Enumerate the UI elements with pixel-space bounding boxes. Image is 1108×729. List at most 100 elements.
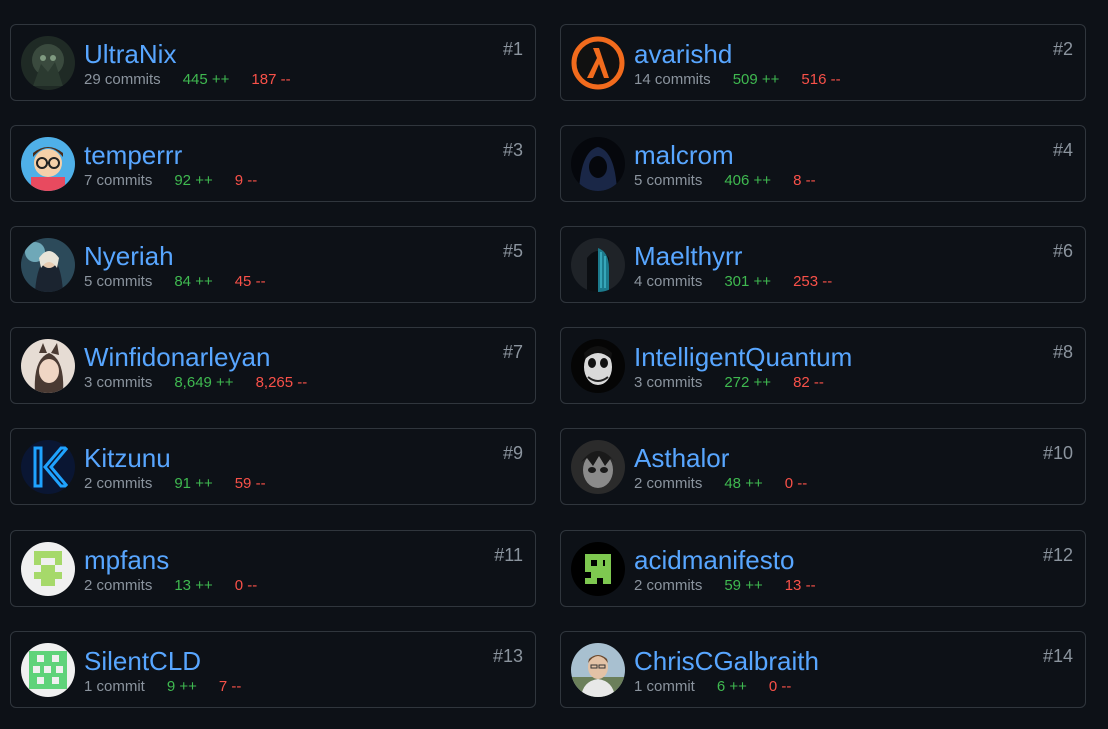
contributor-card: UltraNix 29 commits 445 ++ 187 -- #1 bbox=[10, 24, 536, 101]
dark-creature-avatar[interactable] bbox=[21, 36, 75, 90]
additions-count: 445 ++ bbox=[182, 71, 230, 88]
additions-count: 301 ++ bbox=[724, 273, 772, 290]
contributor-card: IntelligentQuantum 3 commits 272 ++ 82 -- … bbox=[560, 327, 1086, 404]
commit-count[interactable]: 2 commits bbox=[84, 475, 152, 492]
cartoon-glasses-avatar[interactable] bbox=[21, 137, 75, 191]
contributor-card: acidmanifesto 2 commits 59 ++ 13 -- #12 bbox=[560, 530, 1086, 607]
hooded-figure-avatar[interactable] bbox=[571, 137, 625, 191]
contributor-name[interactable]: avarishd bbox=[634, 39, 732, 69]
deletions-count: 13 -- bbox=[784, 577, 816, 594]
deletions-count: 45 -- bbox=[234, 273, 266, 290]
deletions-count: 0 -- bbox=[784, 475, 808, 492]
anime-catgirl-avatar[interactable] bbox=[21, 339, 75, 393]
contributor-name[interactable]: malcrom bbox=[634, 140, 734, 170]
commit-count[interactable]: 2 commits bbox=[634, 475, 702, 492]
deletions-count: 0 -- bbox=[768, 678, 792, 695]
contributor-stats: 2 commits 91 ++ 59 -- bbox=[84, 475, 266, 493]
k-logo-avatar[interactable] bbox=[21, 440, 75, 494]
contributor-card: mpfans 2 commits 13 ++ 0 -- #11 bbox=[10, 530, 536, 607]
additions-count: 92 ++ bbox=[174, 172, 213, 189]
deletions-count: 253 -- bbox=[793, 273, 833, 290]
additions-count: 509 ++ bbox=[732, 71, 780, 88]
joker-avatar[interactable] bbox=[571, 339, 625, 393]
additions-count: 48 ++ bbox=[724, 475, 763, 492]
contributor-stats: 29 commits 445 ++ 187 -- bbox=[84, 71, 291, 89]
commit-count[interactable]: 14 commits bbox=[634, 71, 711, 88]
contributor-card: avarishd 14 commits 509 ++ 516 -- #2 bbox=[560, 24, 1086, 101]
contributor-card: Asthalor 2 commits 48 ++ 0 -- #10 bbox=[560, 428, 1086, 505]
identicon-green-avatar[interactable] bbox=[21, 542, 75, 596]
contributor-stats: 2 commits 13 ++ 0 -- bbox=[84, 577, 257, 595]
rank-label: #6 bbox=[1052, 241, 1073, 261]
deletions-count: 7 -- bbox=[218, 678, 242, 695]
commit-count[interactable]: 1 commit bbox=[84, 678, 145, 695]
additions-count: 59 ++ bbox=[724, 577, 763, 594]
contributor-stats: 5 commits 406 ++ 8 -- bbox=[634, 172, 816, 190]
deletions-count: 82 -- bbox=[793, 374, 824, 391]
contributor-stats: 2 commits 48 ++ 0 -- bbox=[634, 475, 807, 493]
contributor-stats: 4 commits 301 ++ 253 -- bbox=[634, 273, 832, 291]
rank-label: #9 bbox=[502, 443, 523, 463]
contributor-name[interactable]: Winfidonarleyan bbox=[84, 342, 270, 372]
rank-label: #4 bbox=[1052, 140, 1073, 160]
commit-count[interactable]: 4 commits bbox=[634, 273, 702, 290]
contributor-stats: 7 commits 92 ++ 9 -- bbox=[84, 172, 257, 190]
commit-count[interactable]: 5 commits bbox=[84, 273, 152, 290]
contributor-name[interactable]: UltraNix bbox=[84, 39, 176, 69]
additions-count: 6 ++ bbox=[716, 678, 747, 695]
rank-label: #14 bbox=[1042, 646, 1073, 666]
contributor-name[interactable]: ChrisCGalbraith bbox=[634, 646, 819, 676]
additions-count: 9 ++ bbox=[166, 678, 197, 695]
contributor-name[interactable]: SilentCLD bbox=[84, 646, 201, 676]
contributor-card: SilentCLD 1 commit 9 ++ 7 -- #13 bbox=[10, 631, 536, 708]
additions-count: 8,649 ++ bbox=[174, 374, 234, 391]
commit-count[interactable]: 7 commits bbox=[84, 172, 152, 189]
commit-count[interactable]: 29 commits bbox=[84, 71, 161, 88]
contributor-name[interactable]: Maelthyrr bbox=[634, 241, 742, 271]
contributor-card: ChrisCGalbraith 1 commit 6 ++ 0 -- #14 bbox=[560, 631, 1086, 708]
contributor-name[interactable]: acidmanifesto bbox=[634, 545, 794, 575]
rank-label: #8 bbox=[1052, 342, 1073, 362]
half-life-lambda-avatar[interactable] bbox=[571, 36, 625, 90]
contributor-card: Winfidonarleyan 3 commits 8,649 ++ 8,265 -… bbox=[10, 327, 536, 404]
anime-sketch-avatar[interactable] bbox=[571, 440, 625, 494]
contributor-card: malcrom 5 commits 406 ++ 8 -- #4 bbox=[560, 125, 1086, 202]
rank-label: #7 bbox=[502, 342, 523, 362]
contributor-stats: 1 commit 9 ++ 7 -- bbox=[84, 678, 241, 696]
additions-count: 406 ++ bbox=[724, 172, 772, 189]
commit-count[interactable]: 1 commit bbox=[634, 678, 695, 695]
identicon-checker-avatar[interactable] bbox=[21, 643, 75, 697]
contributor-stats: 5 commits 84 ++ 45 -- bbox=[84, 273, 266, 291]
commit-count[interactable]: 2 commits bbox=[84, 577, 152, 594]
deletions-count: 59 -- bbox=[234, 475, 266, 492]
contributor-name[interactable]: IntelligentQuantum bbox=[634, 342, 852, 372]
rank-label: #13 bbox=[492, 646, 523, 666]
deletions-count: 516 -- bbox=[801, 71, 841, 88]
photo-man-avatar[interactable] bbox=[571, 643, 625, 697]
commit-count[interactable]: 5 commits bbox=[634, 172, 702, 189]
deletions-count: 9 -- bbox=[234, 172, 258, 189]
additions-count: 272 ++ bbox=[724, 374, 772, 391]
commit-count[interactable]: 3 commits bbox=[634, 374, 702, 391]
rank-label: #10 bbox=[1042, 443, 1073, 463]
deletions-count: 8,265 -- bbox=[255, 374, 308, 391]
contributor-name[interactable]: mpfans bbox=[84, 545, 169, 575]
deletions-count: 8 -- bbox=[793, 172, 816, 189]
contributor-stats: 3 commits 272 ++ 82 -- bbox=[634, 374, 824, 392]
contributor-name[interactable]: Kitzunu bbox=[84, 443, 171, 473]
rank-label: #2 bbox=[1052, 39, 1073, 59]
matrix-face-avatar[interactable] bbox=[571, 238, 625, 292]
additions-count: 84 ++ bbox=[174, 273, 213, 290]
fantasy-character-avatar[interactable] bbox=[21, 238, 75, 292]
contributor-card: Maelthyrr 4 commits 301 ++ 253 -- #6 bbox=[560, 226, 1086, 303]
contributor-name[interactable]: Asthalor bbox=[634, 443, 729, 473]
commit-count[interactable]: 2 commits bbox=[634, 577, 702, 594]
contributor-stats: 2 commits 59 ++ 13 -- bbox=[634, 577, 816, 595]
commit-count[interactable]: 3 commits bbox=[84, 374, 152, 391]
contributor-card: temperrr 7 commits 92 ++ 9 -- #3 bbox=[10, 125, 536, 202]
additions-count: 13 ++ bbox=[174, 577, 213, 594]
contributor-name[interactable]: temperrr bbox=[84, 140, 182, 170]
rank-label: #11 bbox=[494, 545, 523, 565]
pixel-creature-avatar[interactable] bbox=[571, 542, 625, 596]
contributor-name[interactable]: Nyeriah bbox=[84, 241, 174, 271]
